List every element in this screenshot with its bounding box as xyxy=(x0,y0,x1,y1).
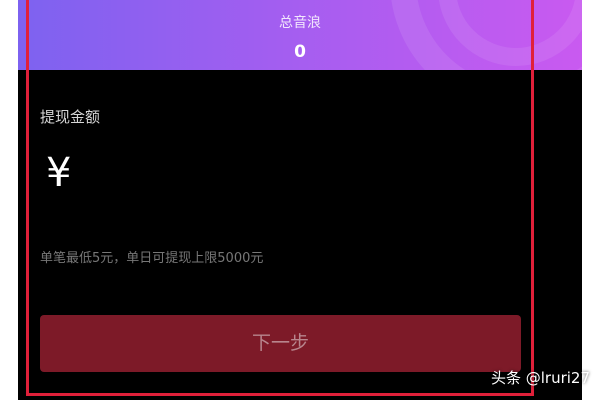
withdraw-amount-input[interactable] xyxy=(94,152,538,200)
yuan-currency-icon: ¥ xyxy=(46,150,72,196)
withdraw-amount-label: 提现金额 xyxy=(40,108,101,126)
total-sound-wave-value: 0 xyxy=(294,42,306,62)
total-sound-wave-header: 总音浪 0 xyxy=(18,0,582,70)
withdraw-limit-hint: 单笔最低5元，单日可提现上限5000元 xyxy=(40,251,264,266)
watermark-text: 头条 @lruri27 xyxy=(490,369,590,387)
next-step-button[interactable]: 下一步 xyxy=(40,315,521,372)
total-sound-wave-label: 总音浪 xyxy=(279,15,321,31)
screenshot-stage: 总音浪 0 提现金额 ¥ 单笔最低5元，单日可提现上限5000元 下一步 头条 … xyxy=(0,0,600,400)
withdraw-screen: 总音浪 0 提现金额 ¥ 单笔最低5元，单日可提现上限5000元 下一步 xyxy=(18,0,582,400)
